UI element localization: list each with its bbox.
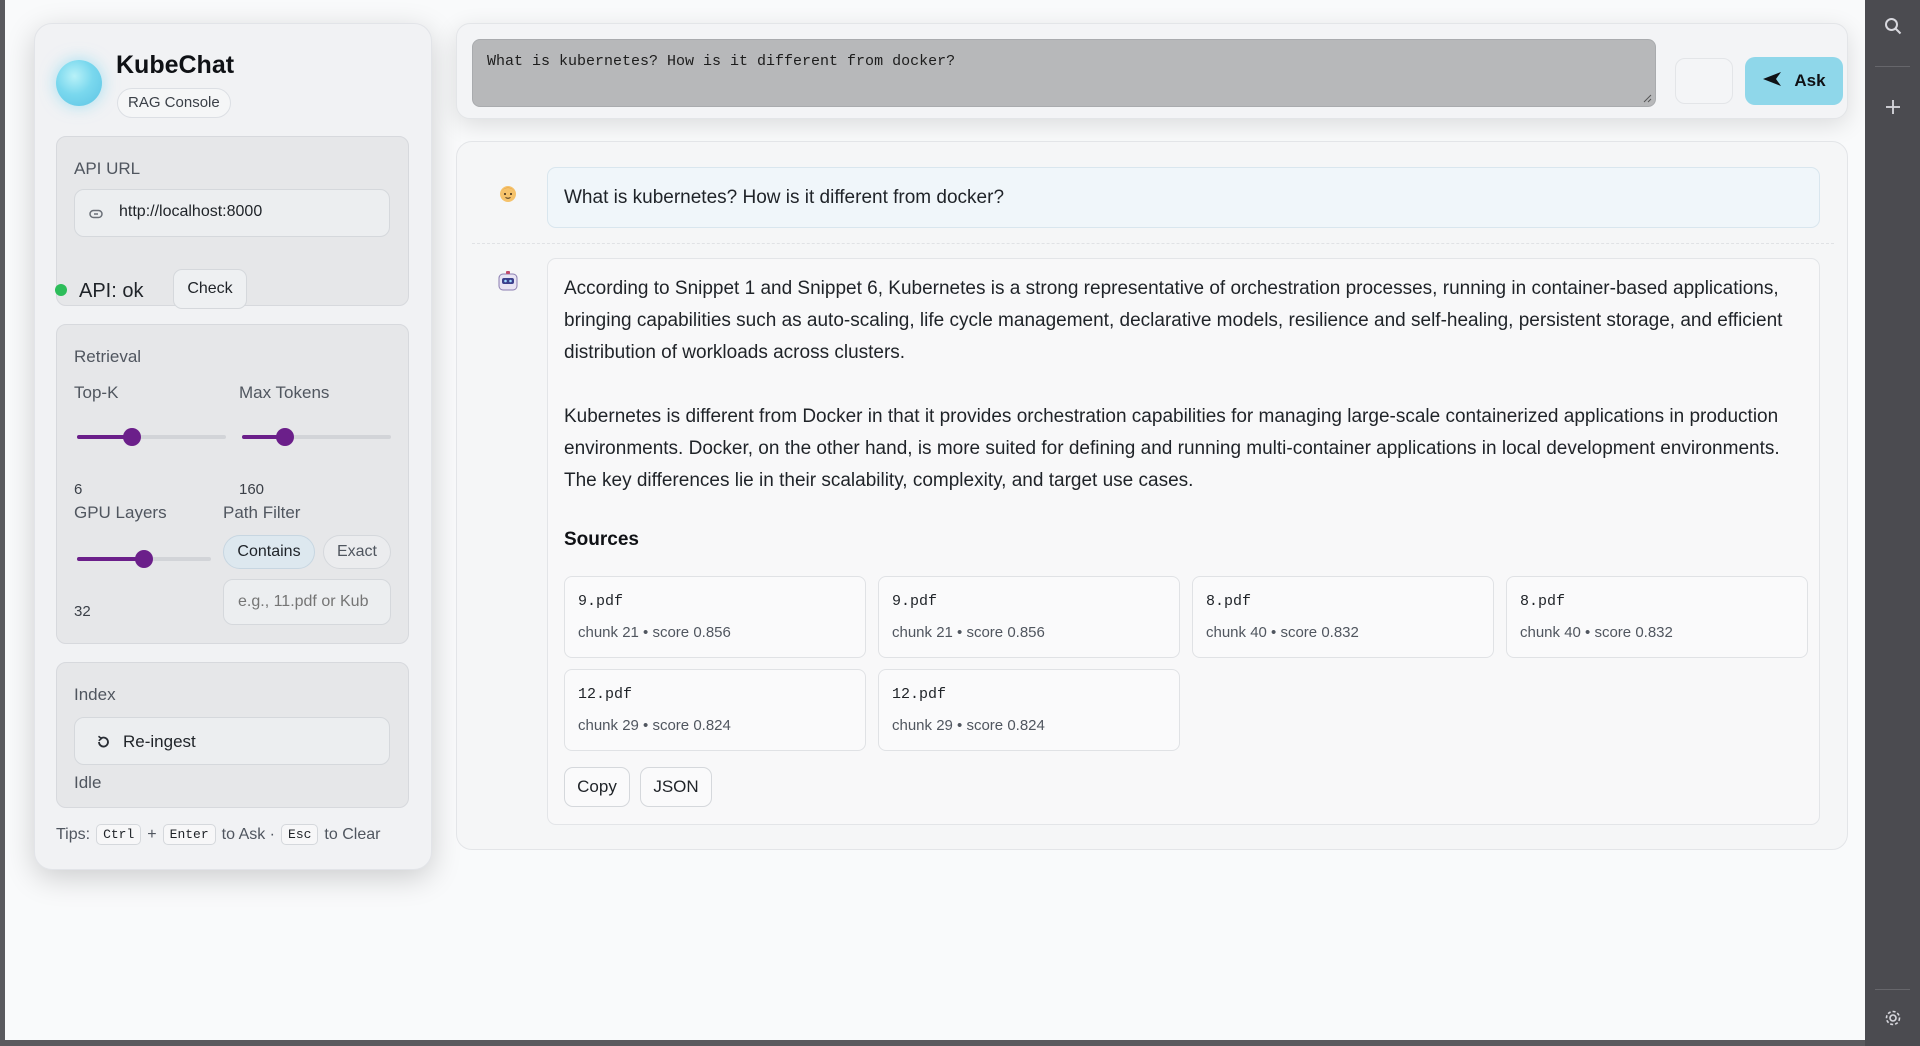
sidebar: KubeChat RAG Console API URL http://loca… bbox=[34, 23, 432, 870]
settings-icon[interactable] bbox=[1865, 1006, 1920, 1030]
gpu-layers-label: GPU Layers bbox=[74, 503, 167, 522]
api-url-label: API URL bbox=[74, 159, 141, 178]
user-avatar bbox=[497, 182, 519, 204]
reingest-button[interactable]: Re-ingest bbox=[74, 717, 390, 765]
assistant-message-bubble: According to Snippet 1 and Snippet 6, Ku… bbox=[547, 258, 1820, 825]
source-card[interactable]: 12.pdf chunk 29 • score 0.824 bbox=[878, 669, 1180, 751]
index-status: Idle bbox=[74, 773, 102, 792]
source-card[interactable]: 9.pdf chunk 21 • score 0.856 bbox=[564, 576, 866, 658]
app-subtitle-badge: RAG Console bbox=[117, 88, 231, 118]
api-url-value: http://localhost:8000 bbox=[119, 203, 263, 220]
top-k-value: 6 bbox=[74, 481, 83, 498]
message-divider bbox=[472, 243, 1834, 244]
gpu-layers-slider-thumb[interactable] bbox=[135, 550, 153, 568]
ask-label: Ask bbox=[1794, 71, 1826, 90]
search-icon[interactable] bbox=[1865, 14, 1920, 38]
source-file: 9.pdf bbox=[578, 593, 624, 610]
max-tokens-slider[interactable] bbox=[242, 427, 391, 447]
kbd-enter: Enter bbox=[162, 824, 216, 845]
source-file: 9.pdf bbox=[892, 593, 938, 610]
source-card[interactable]: 9.pdf chunk 21 • score 0.856 bbox=[878, 576, 1180, 658]
path-filter-exact[interactable]: Exact bbox=[323, 535, 391, 569]
strip-divider bbox=[1875, 66, 1910, 67]
source-card[interactable]: 8.pdf chunk 40 • score 0.832 bbox=[1192, 576, 1494, 658]
kbd-esc: Esc bbox=[281, 824, 319, 845]
source-meta: chunk 29 • score 0.824 bbox=[892, 717, 1045, 734]
answer-paragraph-1: According to Snippet 1 and Snippet 6, Ku… bbox=[564, 278, 1783, 363]
refresh-icon bbox=[95, 734, 111, 755]
bot-avatar bbox=[497, 270, 519, 292]
query-input[interactable]: What is kubernetes? How is it different … bbox=[472, 39, 1656, 107]
browser-side-strip bbox=[1865, 0, 1920, 1046]
tips-plus: + bbox=[147, 825, 157, 843]
query-card: What is kubernetes? How is it different … bbox=[456, 23, 1848, 119]
reingest-label: Re-ingest bbox=[123, 732, 196, 751]
link-icon bbox=[89, 207, 103, 225]
path-filter-input[interactable] bbox=[223, 579, 391, 625]
top-k-slider[interactable] bbox=[77, 427, 226, 447]
tips-ask-text: to Ask · bbox=[221, 825, 276, 843]
check-button[interactable]: Check bbox=[173, 269, 247, 309]
sources-heading: Sources bbox=[564, 529, 639, 550]
retrieval-title: Retrieval bbox=[74, 347, 142, 366]
user-message-text: What is kubernetes? How is it different … bbox=[564, 187, 1005, 208]
brand-logo bbox=[56, 60, 102, 106]
strip-divider bbox=[1875, 989, 1910, 990]
path-filter-contains[interactable]: Contains bbox=[223, 535, 315, 569]
tips-clear-text: to Clear bbox=[324, 825, 381, 843]
gpu-layers-slider[interactable] bbox=[77, 549, 211, 569]
source-meta: chunk 40 • score 0.832 bbox=[1520, 624, 1673, 641]
source-file: 12.pdf bbox=[578, 686, 633, 703]
chat-panel: What is kubernetes? How is it different … bbox=[456, 141, 1848, 850]
api-status-dot bbox=[55, 284, 67, 296]
source-meta: chunk 21 • score 0.856 bbox=[892, 624, 1045, 641]
copy-button[interactable]: Copy bbox=[564, 767, 630, 807]
top-k-label: Top-K bbox=[74, 383, 119, 402]
source-file: 8.pdf bbox=[1206, 593, 1252, 610]
query-text: What is kubernetes? How is it different … bbox=[487, 53, 956, 70]
keyboard-tips: Tips: Ctrl + Enter to Ask · Esc to Clear bbox=[56, 824, 380, 845]
kbd-ctrl: Ctrl bbox=[96, 824, 142, 845]
path-filter-label: Path Filter bbox=[223, 503, 301, 522]
user-message-bubble: What is kubernetes? How is it different … bbox=[547, 167, 1820, 228]
gpu-layers-value: 32 bbox=[74, 603, 91, 620]
source-meta: chunk 29 • score 0.824 bbox=[578, 717, 731, 734]
send-icon bbox=[1762, 71, 1782, 92]
source-meta: chunk 40 • score 0.832 bbox=[1206, 624, 1359, 641]
tips-prefix: Tips: bbox=[56, 825, 91, 843]
app-window: KubeChat RAG Console API URL http://loca… bbox=[5, 0, 1865, 1040]
source-meta: chunk 21 • score 0.856 bbox=[578, 624, 731, 641]
source-card[interactable]: 12.pdf chunk 29 • score 0.824 bbox=[564, 669, 866, 751]
json-button[interactable]: JSON bbox=[640, 767, 712, 807]
retrieval-panel: Retrieval Top-K Max Tokens 6 160 GPU Lay… bbox=[56, 324, 409, 644]
resize-handle-icon[interactable] bbox=[1642, 93, 1652, 103]
app-title: KubeChat bbox=[116, 51, 235, 79]
top-k-slider-thumb[interactable] bbox=[123, 428, 141, 446]
max-tokens-value: 160 bbox=[239, 481, 265, 498]
query-aux-button[interactable] bbox=[1675, 58, 1733, 104]
source-file: 12.pdf bbox=[892, 686, 947, 703]
ask-button[interactable]: Ask bbox=[1745, 57, 1843, 105]
index-panel: Index Re-ingest Idle bbox=[56, 662, 409, 808]
max-tokens-label: Max Tokens bbox=[239, 383, 330, 402]
max-tokens-slider-thumb[interactable] bbox=[276, 428, 294, 446]
answer-paragraph-2: Kubernetes is different from Docker in t… bbox=[564, 406, 1780, 491]
plus-icon[interactable] bbox=[1865, 95, 1920, 119]
api-status-text: API: ok bbox=[79, 280, 144, 302]
source-file: 8.pdf bbox=[1520, 593, 1566, 610]
api-url-input[interactable]: http://localhost:8000 bbox=[74, 189, 390, 237]
source-card[interactable]: 8.pdf chunk 40 • score 0.832 bbox=[1506, 576, 1808, 658]
index-title: Index bbox=[74, 685, 116, 704]
